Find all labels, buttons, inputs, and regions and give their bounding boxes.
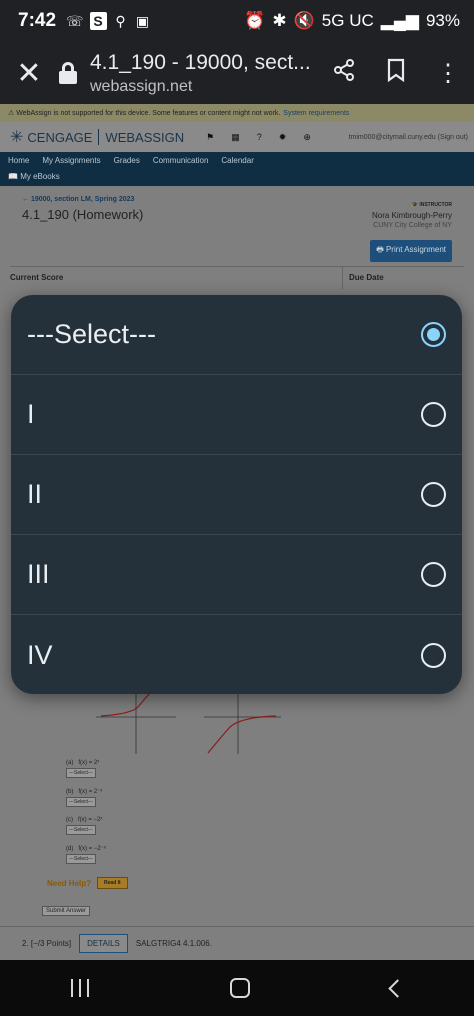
print-assignment-button[interactable]: 🖶 Print Assignment xyxy=(370,240,452,262)
battery-label: 93% xyxy=(425,11,460,30)
brand-webassign: WEBASSIGN xyxy=(105,129,185,145)
cengage-logo-icon: ✳ xyxy=(10,129,24,146)
bluetooth-icon: ✱ xyxy=(272,11,287,30)
bookmark-icon xyxy=(387,58,405,82)
instructor-college: CUNY City College of NY xyxy=(373,222,452,229)
gallery-icon: ▣ xyxy=(135,12,150,29)
system-nav-bar xyxy=(0,960,474,1016)
mute-icon: 🔇 xyxy=(293,11,315,30)
part-d: (d) f(x) = −2⁻ˣ ---Select--- xyxy=(66,846,106,864)
nav-communication[interactable]: Communication xyxy=(153,156,209,165)
footsteps-icon: ⚲ xyxy=(115,12,126,29)
q2-code: SALGTRIG4 4.1.006. xyxy=(135,939,212,948)
radio-icon[interactable] xyxy=(421,482,446,507)
home-button[interactable] xyxy=(229,978,250,998)
browser-toolbar: ✕ 4.1_190 - 19000, sect... webassign.net… xyxy=(0,42,474,104)
alarm-icon: ⏰ xyxy=(244,11,266,30)
nav-home[interactable]: Home xyxy=(8,156,29,165)
system-icons: ⏰ ✱ 🔇 5G UC ▂▄▆ 93% xyxy=(244,11,460,31)
brand-cengage: CENGAGE xyxy=(27,129,93,145)
submit-answer-button[interactable]: Submit Answer xyxy=(42,906,91,916)
phone-screen: 7:42 ☏ S ⚲ ▣ ⏰ ✱ 🔇 5G UC ▂▄▆ 93% ✕ 4.1_1… xyxy=(0,0,474,1016)
instructor-name: Nora Kimbrough-Perry xyxy=(371,211,452,220)
question-2-header: 2. [−/3 Points] DETAILS SALGTRIG4 4.1.00… xyxy=(0,926,474,960)
sign-out-link[interactable]: (Sign out) xyxy=(438,134,468,141)
radio-selected-icon[interactable] xyxy=(421,322,446,347)
user-email: tmim000@citymail.cuny.edu (Sign out) xyxy=(348,133,468,141)
part-a: (a) f(x) = 2ˣ ---Select--- xyxy=(66,760,100,778)
missed-call-icon: ☏ xyxy=(66,12,84,29)
share-icon xyxy=(334,58,354,81)
page-domain: webassign.net xyxy=(90,77,193,95)
part-c-select[interactable]: ---Select--- xyxy=(66,825,96,835)
instructor-label: 🎓 INSTRUCTOR xyxy=(411,202,452,208)
status-bar: 7:42 ☏ S ⚲ ▣ ⏰ ✱ 🔇 5G UC ▂▄▆ 93% xyxy=(0,0,474,42)
site-header: ✳ CENGAGE WEBASSIGN ⚑ ▦ ? ✹ ⊕ tmim000@ci… xyxy=(0,122,474,152)
close-tab-button[interactable]: ✕ xyxy=(0,56,58,91)
nav-calendar[interactable]: Calendar xyxy=(221,156,253,165)
due-date-label: Due Date xyxy=(342,266,464,289)
main-nav: Home My Assignments Grades Communication… xyxy=(0,152,474,186)
option-iv[interactable]: IV xyxy=(11,615,462,694)
question-parts: (a) f(x) = 2ˣ ---Select--- (b) f(x) = 2⁻… xyxy=(66,760,106,874)
part-b: (b) f(x) = 2⁻ˣ ---Select--- xyxy=(66,789,103,807)
option-i[interactable]: I xyxy=(11,375,462,455)
select-dialog: ---Select--- I II III IV xyxy=(11,295,462,694)
function-graphs xyxy=(96,689,281,754)
header-tools: ⚑ ▦ ? ✹ ⊕ xyxy=(206,132,311,143)
lock-icon[interactable] xyxy=(58,62,78,84)
recents-button[interactable] xyxy=(70,979,89,997)
need-help: Need Help? Read It xyxy=(47,877,128,889)
details-button[interactable]: DETAILS xyxy=(79,934,128,953)
browser-warning: ⚠ WebAssign is not supported for this de… xyxy=(0,104,474,122)
app-s-icon: S xyxy=(89,12,107,30)
part-c: (c) f(x) = −2ˣ ---Select--- xyxy=(66,817,103,835)
nav-grades[interactable]: Grades xyxy=(114,156,140,165)
notification-icons: ☏ S ⚲ ▣ xyxy=(66,12,151,30)
q2-points: 2. [−/3 Points] xyxy=(22,939,72,948)
nav-my-ebooks[interactable]: 📖 My eBooks xyxy=(8,172,466,181)
signal-icon: ▂▄▆ xyxy=(380,11,419,30)
back-button[interactable] xyxy=(387,978,407,998)
instructor-info: 🎓 INSTRUCTOR Nora Kimbrough-Perry CUNY C… xyxy=(372,202,452,229)
read-it-button[interactable]: Read It xyxy=(97,877,128,889)
option-iii[interactable]: III xyxy=(11,535,462,615)
calculator-icon[interactable]: ▦ xyxy=(231,132,240,143)
bookmark-button[interactable] xyxy=(370,58,422,89)
option-select[interactable]: ---Select--- xyxy=(11,295,462,375)
warning-icon: ⚠ xyxy=(8,110,17,117)
share-button[interactable] xyxy=(318,58,370,89)
score-header: Current Score Due Date xyxy=(10,266,464,289)
radio-icon[interactable] xyxy=(421,562,446,587)
flag-icon[interactable]: ⚑ xyxy=(206,132,214,143)
part-a-select[interactable]: ---Select--- xyxy=(66,768,96,778)
radio-icon[interactable] xyxy=(421,642,446,668)
network-label: 5G UC xyxy=(321,11,374,30)
overflow-menu-button[interactable]: ⋮ xyxy=(422,59,474,88)
nav-my-assignments[interactable]: My Assignments xyxy=(42,156,100,165)
url-area[interactable]: 4.1_190 - 19000, sect... webassign.net xyxy=(90,51,318,96)
help-icon[interactable]: ? xyxy=(257,132,262,143)
language-icon[interactable]: ⊕ xyxy=(303,132,311,143)
clock: 7:42 xyxy=(18,10,57,31)
part-b-select[interactable]: ---Select--- xyxy=(66,797,96,807)
page-title: 4.1_190 - 19000, sect... xyxy=(90,50,311,74)
option-ii[interactable]: II xyxy=(11,455,462,535)
settings-icon[interactable]: ✹ xyxy=(279,132,287,143)
part-d-select[interactable]: ---Select--- xyxy=(66,854,96,864)
current-score-label: Current Score xyxy=(10,273,64,282)
radio-icon[interactable] xyxy=(421,402,446,427)
system-requirements-link[interactable]: System requirements xyxy=(283,110,349,117)
